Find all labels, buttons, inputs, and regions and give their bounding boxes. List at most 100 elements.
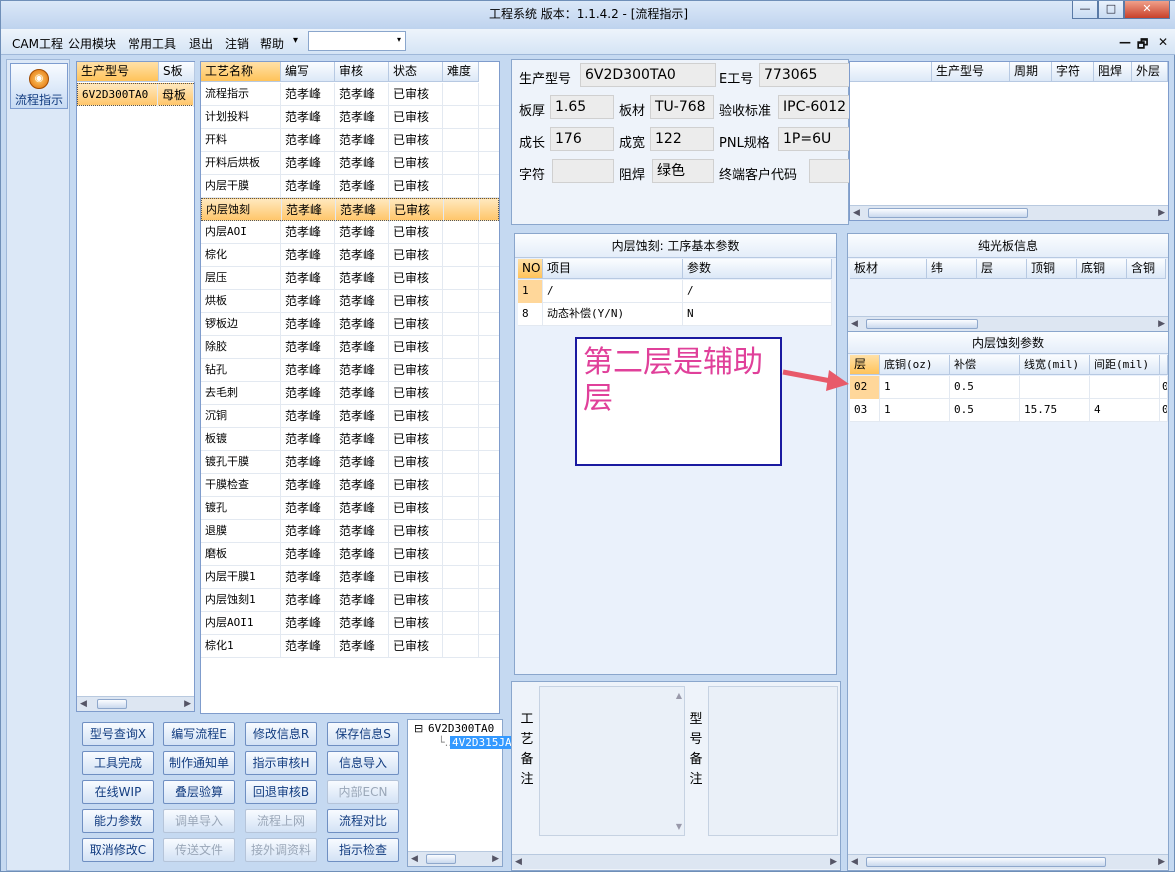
length-field[interactable]: 176 xyxy=(550,127,614,151)
thickness-field[interactable]: 1.65 xyxy=(550,95,614,119)
table-row[interactable]: 棕化 范孝峰 范孝峰 已审核 xyxy=(201,244,499,267)
table-row[interactable]: 03 1 0.5 15.75 4 0 xyxy=(850,399,1168,422)
bare-col-top-copper[interactable]: 顶铜 xyxy=(1027,259,1077,279)
menu-exit[interactable]: 退出 xyxy=(189,35,213,52)
table-row[interactable]: 退膜 范孝峰 范孝峰 已审核 xyxy=(201,520,499,543)
pnl-field[interactable]: 1P=6U xyxy=(778,127,854,151)
col-writer[interactable]: 编写 xyxy=(281,62,335,82)
help-dropdown-icon[interactable]: ▾ xyxy=(293,35,298,46)
table-row[interactable]: 内层AOI 范孝峰 范孝峰 已审核 xyxy=(201,221,499,244)
action-button-1-3[interactable]: 信息导入 xyxy=(327,751,399,775)
action-button-0-1[interactable]: 编写流程E xyxy=(163,722,235,746)
maximize-button[interactable]: □ xyxy=(1098,1,1124,19)
table-row[interactable]: 开料 范孝峰 范孝峰 已审核 xyxy=(201,129,499,152)
action-button-0-0[interactable]: 型号查询X xyxy=(82,722,154,746)
menu-cam[interactable]: CAM工程 xyxy=(12,35,63,52)
bare-col-material[interactable]: 板材 xyxy=(850,259,927,279)
table-row[interactable]: 计划投料 范孝峰 范孝峰 已审核 xyxy=(201,106,499,129)
action-button-3-3[interactable]: 流程对比 xyxy=(327,809,399,833)
menu-help[interactable]: 帮助 xyxy=(260,35,284,52)
table-row[interactable]: 锣板边 范孝峰 范孝峰 已审核 xyxy=(201,313,499,336)
col-model[interactable]: 生产型号 xyxy=(77,62,159,82)
action-button-2-2[interactable]: 回退审核B xyxy=(245,780,317,804)
close-button[interactable]: ✕ xyxy=(1124,1,1170,19)
table-row[interactable]: 层压 范孝峰 范孝峰 已审核 xyxy=(201,267,499,290)
table-row[interactable]: 去毛刺 范孝峰 范孝峰 已审核 xyxy=(201,382,499,405)
etch-col-space[interactable]: 间距(mil) xyxy=(1090,355,1160,375)
params-col-item[interactable]: 项目 xyxy=(543,259,683,279)
menu-logout[interactable]: 注销 xyxy=(225,35,249,52)
table-row[interactable]: 除胶 范孝峰 范孝峰 已审核 xyxy=(201,336,499,359)
table-row[interactable]: 干膜检查 范孝峰 范孝峰 已审核 xyxy=(201,474,499,497)
bare-scrollbar[interactable]: ◀ ▶ xyxy=(848,316,1168,331)
action-button-4-3[interactable]: 指示检查 xyxy=(327,838,399,862)
history-col-cycle[interactable]: 周期 xyxy=(1010,62,1052,82)
model-field[interactable]: 6V2D300TA0 xyxy=(580,63,716,87)
action-button-4-0[interactable]: 取消修改C xyxy=(82,838,154,862)
params-col-no[interactable]: NO xyxy=(518,259,543,279)
col-process[interactable]: 工艺名称 xyxy=(201,62,281,82)
tree-child[interactable]: 4V2D315JA xyxy=(450,736,514,749)
history-col-model[interactable]: 生产型号 xyxy=(932,62,1010,82)
table-row[interactable]: 钻孔 范孝峰 范孝峰 已审核 xyxy=(201,359,499,382)
etch-col-comp[interactable]: 补偿 xyxy=(950,355,1020,375)
table-row[interactable]: 沉铜 范孝峰 范孝峰 已审核 xyxy=(201,405,499,428)
table-row[interactable]: 6V2D300TA0 母板 xyxy=(77,83,194,107)
mdi-close-button[interactable]: ✕ xyxy=(1158,35,1168,49)
etch-col-line[interactable]: 线宽(mil) xyxy=(1020,355,1090,375)
table-row[interactable]: 内层干膜 范孝峰 范孝峰 已审核 xyxy=(201,175,499,198)
history-col-outer[interactable]: 外层 xyxy=(1132,62,1168,82)
params-col-value[interactable]: 参数 xyxy=(683,259,832,279)
table-row[interactable]: 02 1 0.5 0 xyxy=(850,376,1168,399)
table-row[interactable]: 板镀 范孝峰 范孝峰 已审核 xyxy=(201,428,499,451)
table-row[interactable]: 1 / / xyxy=(518,280,832,303)
process-remark-field[interactable]: ▲ ▼ xyxy=(539,686,685,836)
table-row[interactable]: 流程指示 范孝峰 范孝峰 已审核 xyxy=(201,83,499,106)
menu-combo[interactable]: ▾ xyxy=(308,31,406,51)
table-row[interactable]: 内层蚀刻 范孝峰 范孝峰 已审核 xyxy=(201,198,499,222)
table-row[interactable]: 棕化1 范孝峰 范孝峰 已审核 xyxy=(201,635,499,658)
action-button-0-2[interactable]: 修改信息R xyxy=(245,722,317,746)
col-status[interactable]: 状态 xyxy=(389,62,443,82)
memo-scrollbar[interactable]: ◀ ▶ xyxy=(512,854,840,869)
etch-col-bottom-copper[interactable]: 底铜(oz) xyxy=(880,355,950,375)
bare-col-layer[interactable]: 层 xyxy=(977,259,1027,279)
mdi-restore-button[interactable]: 🗗 xyxy=(1137,35,1148,56)
bare-col-weft[interactable]: 纬 xyxy=(927,259,977,279)
action-button-1-2[interactable]: 指示审核H xyxy=(245,751,317,775)
action-button-1-1[interactable]: 制作通知单 xyxy=(163,751,235,775)
action-button-2-0[interactable]: 在线WIP xyxy=(82,780,154,804)
material-field[interactable]: TU-768 xyxy=(650,95,714,119)
history-col-mask[interactable]: 阻焊 xyxy=(1094,62,1132,82)
minimize-button[interactable]: — xyxy=(1072,1,1098,19)
tree-scrollbar[interactable]: ◀ ▶ xyxy=(408,851,502,866)
table-row[interactable]: 烘板 范孝峰 范孝峰 已审核 xyxy=(201,290,499,313)
history-col-char[interactable]: 字符 xyxy=(1052,62,1094,82)
menu-common-tools[interactable]: 常用工具 xyxy=(128,35,176,52)
table-row[interactable]: 开料后烘板 范孝峰 范孝峰 已审核 xyxy=(201,152,499,175)
width-field[interactable]: 122 xyxy=(650,127,714,151)
menu-common-module[interactable]: 公用模块 xyxy=(68,35,116,52)
action-button-3-2[interactable]: 流程上网 xyxy=(245,809,317,833)
table-row[interactable]: 内层蚀刻1 范孝峰 范孝峰 已审核 xyxy=(201,589,499,612)
action-button-3-1[interactable]: 调单导入 xyxy=(163,809,235,833)
col-sboard[interactable]: S板 xyxy=(159,62,195,82)
flow-indication-button[interactable]: ◉ 流程指示 xyxy=(10,63,68,109)
action-button-4-2[interactable]: 接外调资料 xyxy=(245,838,317,862)
model-list-scrollbar[interactable]: ◀ ▶ xyxy=(77,696,194,711)
table-row[interactable]: 磨板 范孝峰 范孝峰 已审核 xyxy=(201,543,499,566)
action-button-3-0[interactable]: 能力参数 xyxy=(82,809,154,833)
mdi-minimize-button[interactable]: — xyxy=(1119,35,1131,49)
standard-field[interactable]: IPC-6012 xyxy=(778,95,854,119)
table-row[interactable]: 镀孔 范孝峰 范孝峰 已审核 xyxy=(201,497,499,520)
action-button-4-1[interactable]: 传送文件 xyxy=(163,838,235,862)
table-row[interactable]: 镀孔干膜 范孝峰 范孝峰 已审核 xyxy=(201,451,499,474)
tree-root[interactable]: 6V2D300TA0 xyxy=(428,722,494,735)
customer-code-field[interactable] xyxy=(809,159,854,183)
action-button-2-1[interactable]: 叠层验算 xyxy=(163,780,235,804)
mask-field[interactable]: 绿色 xyxy=(652,159,714,183)
action-button-0-3[interactable]: 保存信息S xyxy=(327,722,399,746)
model-remark-field[interactable] xyxy=(708,686,838,836)
bare-col-copper[interactable]: 含铜 xyxy=(1127,259,1166,279)
bare-col-bottom-copper[interactable]: 底铜 xyxy=(1077,259,1127,279)
